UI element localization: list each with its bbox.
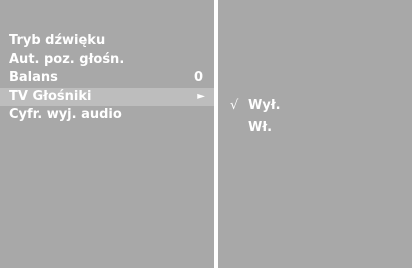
option-off[interactable]: √ Wył. xyxy=(230,95,410,117)
sound-menu-list: Tryb dźwięku Aut. poz. głośn. Balans 0 T… xyxy=(0,32,214,125)
menu-item-label: Balans xyxy=(9,70,58,85)
menu-item-label: Cyfr. wyj. audio xyxy=(9,107,122,122)
checkmark-icon: √ xyxy=(230,98,239,113)
menu-item-balance[interactable]: Balans 0 xyxy=(0,69,214,88)
sound-menu-panel: Tryb dźwięku Aut. poz. głośn. Balans 0 T… xyxy=(0,0,214,268)
menu-item-label: TV Głośniki xyxy=(9,88,92,104)
option-label: Wył. xyxy=(248,98,281,113)
menu-item-auto-volume[interactable]: Aut. poz. głośn. xyxy=(0,51,214,70)
option-on[interactable]: Wł. xyxy=(230,117,410,139)
menu-item-sound-mode[interactable]: Tryb dźwięku xyxy=(0,32,214,51)
option-label: Wł. xyxy=(248,120,273,135)
right-arrow-icon: ► xyxy=(197,90,205,102)
tv-speakers-options: √ Wył. Wł. xyxy=(230,95,410,139)
menu-item-label: Aut. poz. głośn. xyxy=(9,51,125,67)
tv-osd-screen: Tryb dźwięku Aut. poz. głośn. Balans 0 T… xyxy=(0,0,412,280)
menu-item-tv-speakers[interactable]: TV Głośniki ► xyxy=(0,87,214,106)
menu-item-digital-audio-out[interactable]: Cyfr. wyj. audio xyxy=(0,106,214,125)
tv-speakers-submenu-panel: √ Wył. Wł. xyxy=(218,0,412,268)
menu-item-label: Tryb dźwięku xyxy=(9,33,106,48)
balance-value: 0 xyxy=(193,70,203,85)
